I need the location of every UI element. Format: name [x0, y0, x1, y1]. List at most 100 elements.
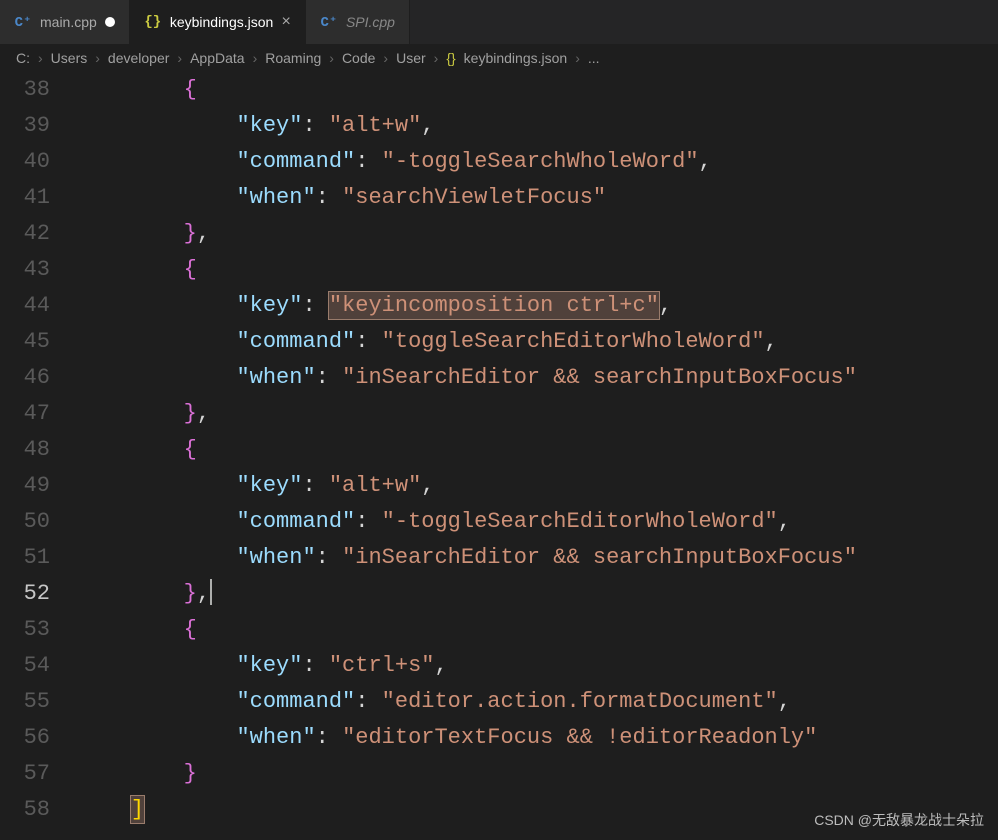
token-brace: }: [184, 401, 197, 426]
code-line[interactable]: "command": "-toggleSearchWholeWord",: [78, 144, 998, 180]
code-line[interactable]: "when": "inSearchEditor && searchInputBo…: [78, 360, 998, 396]
code-content[interactable]: { "key": "alt+w", "command": "-toggleSea…: [78, 72, 998, 828]
token-brace: {: [184, 437, 197, 462]
tab-label: SPI.cpp: [346, 14, 395, 30]
breadcrumb[interactable]: C: › Users › developer › AppData › Roaming › Code ›…: [0, 44, 998, 72]
breadcrumb-segment[interactable]: Roaming: [265, 50, 321, 66]
cpp-file-icon: C⁺: [14, 13, 32, 31]
code-line[interactable]: }: [78, 756, 998, 792]
token-str: "inSearchEditor && searchInputBoxFocus": [342, 365, 857, 390]
token-punc: ,: [421, 113, 434, 138]
chevron-right-icon: ›: [38, 50, 43, 66]
token-punc: ,: [778, 509, 791, 534]
code-line[interactable]: },: [78, 576, 998, 612]
dirty-indicator-icon: [105, 17, 115, 27]
text-cursor: [210, 579, 212, 605]
chevron-right-icon: ›: [177, 50, 182, 66]
token-brace: {: [184, 617, 197, 642]
code-line[interactable]: "when": "inSearchEditor && searchInputBo…: [78, 540, 998, 576]
breadcrumb-segment[interactable]: User: [396, 50, 426, 66]
token-key: "key": [236, 473, 302, 498]
token-key: "command": [236, 329, 355, 354]
code-line[interactable]: "key": "alt+w",: [78, 108, 998, 144]
breadcrumb-segment[interactable]: Code: [342, 50, 375, 66]
json-file-icon: {}: [446, 50, 455, 66]
tab-SPI-cpp[interactable]: C⁺ SPI.cpp: [306, 0, 410, 44]
token-punc: :: [316, 365, 342, 390]
code-line[interactable]: "command": "toggleSearchEditorWholeWord"…: [78, 324, 998, 360]
token-key: "command": [236, 689, 355, 714]
breadcrumb-more[interactable]: ...: [588, 50, 600, 66]
tab-keybindings-json[interactable]: {}keybindings.json×: [130, 0, 306, 44]
code-line[interactable]: },: [78, 396, 998, 432]
token-key: "command": [236, 149, 355, 174]
chevron-right-icon: ›: [434, 50, 439, 66]
line-number: 49: [0, 468, 50, 504]
token-punc: :: [302, 473, 328, 498]
token-punc: ,: [778, 689, 791, 714]
line-number: 52: [0, 576, 50, 612]
breadcrumb-file[interactable]: keybindings.json: [464, 50, 568, 66]
token-punc: :: [302, 293, 328, 318]
token-punc: :: [316, 185, 342, 210]
token-brace: }: [184, 761, 197, 786]
token-key: "when": [236, 185, 315, 210]
code-line[interactable]: "when": "editorTextFocus && !editorReado…: [78, 720, 998, 756]
code-line[interactable]: "key": "ctrl+s",: [78, 648, 998, 684]
token-punc: ,: [699, 149, 712, 174]
line-number: 38: [0, 72, 50, 108]
chevron-right-icon: ›: [329, 50, 334, 66]
token-punc: :: [355, 149, 381, 174]
code-line[interactable]: "command": "-toggleSearchEditorWholeWord…: [78, 504, 998, 540]
line-number: 53: [0, 612, 50, 648]
token-brace: }: [184, 221, 197, 246]
watermark: CSDN @无敌暴龙战士朵拉: [814, 810, 984, 830]
token-bracket: ]: [131, 796, 144, 823]
code-line[interactable]: {: [78, 432, 998, 468]
close-icon[interactable]: ×: [281, 14, 291, 30]
code-line[interactable]: {: [78, 252, 998, 288]
token-str: "ctrl+s": [329, 653, 435, 678]
line-number: 51: [0, 540, 50, 576]
token-str: "keyincomposition ctrl+c": [329, 292, 659, 319]
token-key: "when": [236, 365, 315, 390]
token-str: "searchViewletFocus": [342, 185, 606, 210]
tab-main-cpp[interactable]: C⁺main.cpp: [0, 0, 130, 44]
token-str: "toggleSearchEditorWholeWord": [382, 329, 765, 354]
chevron-right-icon: ›: [253, 50, 258, 66]
token-punc: ,: [434, 653, 447, 678]
breadcrumb-segment[interactable]: AppData: [190, 50, 244, 66]
breadcrumb-segment[interactable]: developer: [108, 50, 170, 66]
line-number: 40: [0, 144, 50, 180]
line-number: 56: [0, 720, 50, 756]
breadcrumb-segment[interactable]: C:: [16, 50, 30, 66]
token-punc: :: [316, 725, 342, 750]
token-str: "-toggleSearchEditorWholeWord": [382, 509, 778, 534]
code-line[interactable]: {: [78, 72, 998, 108]
token-punc: :: [316, 545, 342, 570]
token-str: "alt+w": [329, 473, 421, 498]
code-line[interactable]: {: [78, 612, 998, 648]
code-editor[interactable]: 3839404142434445464748495051525354555657…: [0, 72, 998, 828]
token-punc: :: [355, 689, 381, 714]
line-gutter: 3839404142434445464748495051525354555657…: [0, 72, 78, 828]
token-punc: :: [355, 509, 381, 534]
chevron-right-icon: ›: [383, 50, 388, 66]
cpp-file-icon: C⁺: [320, 13, 338, 31]
token-punc: ,: [197, 221, 210, 246]
token-key: "when": [236, 725, 315, 750]
code-line[interactable]: "key": "alt+w",: [78, 468, 998, 504]
code-line[interactable]: "key": "keyincomposition ctrl+c",: [78, 288, 998, 324]
code-line[interactable]: "when": "searchViewletFocus": [78, 180, 998, 216]
line-number: 48: [0, 432, 50, 468]
token-str: "inSearchEditor && searchInputBoxFocus": [342, 545, 857, 570]
line-number: 42: [0, 216, 50, 252]
json-file-icon: {}: [144, 13, 162, 31]
line-number: 46: [0, 360, 50, 396]
line-number: 41: [0, 180, 50, 216]
breadcrumb-segment[interactable]: Users: [51, 50, 88, 66]
code-line[interactable]: "command": "editor.action.formatDocument…: [78, 684, 998, 720]
token-key: "key": [236, 293, 302, 318]
code-line[interactable]: },: [78, 216, 998, 252]
line-number: 58: [0, 792, 50, 828]
